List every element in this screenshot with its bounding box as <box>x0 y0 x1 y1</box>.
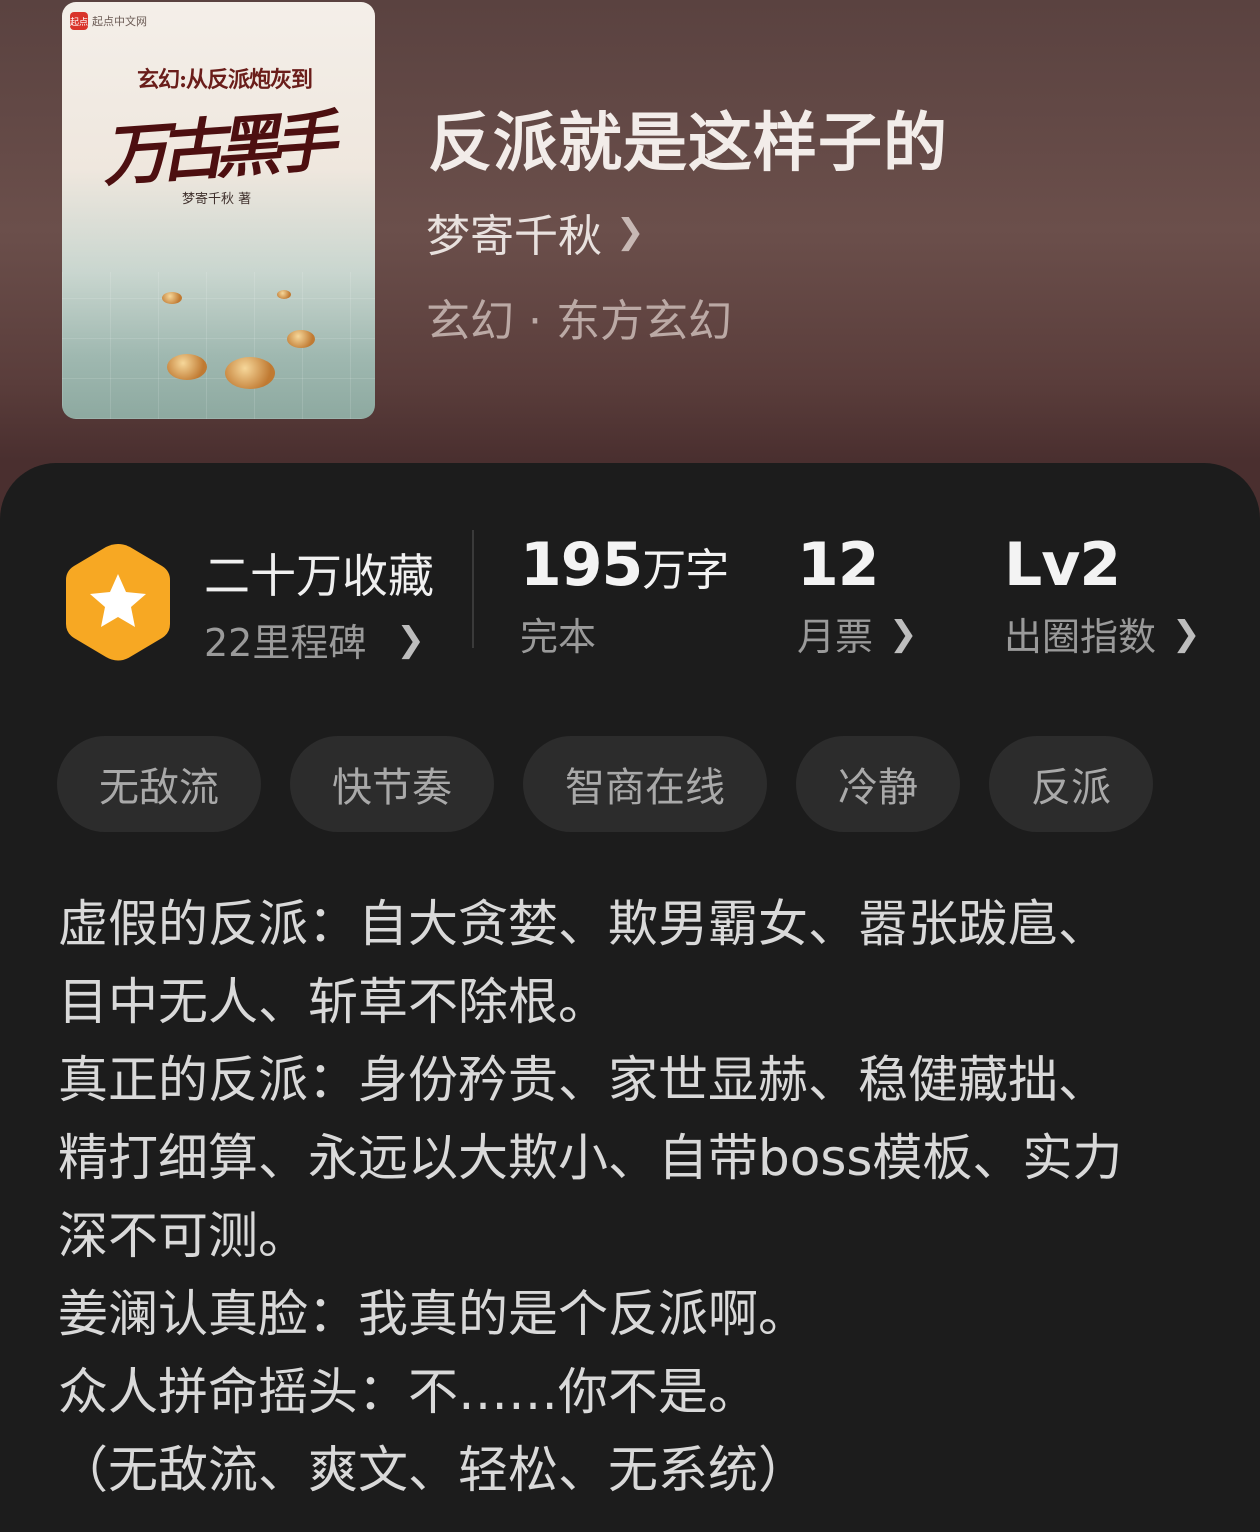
cover-author: 梦寄千秋 著 <box>182 192 252 207</box>
chess-piece <box>225 357 275 389</box>
chevron-right-icon: ❯ <box>889 613 918 654</box>
brand-logo: 起点 <box>70 12 88 30</box>
tag-chip[interactable]: 快节奏 <box>290 736 494 832</box>
monthly-ticket-label: 月票 <box>797 615 874 659</box>
book-description[interactable]: 虚假的反派：自大贪婪、欺男霸女、嚣张跋扈、 目中无人、斩草不除根。 真正的反派：… <box>58 885 1208 1509</box>
description-line: 真正的反派：身份矜贵、家世显赫、稳健藏拙、 <box>58 1051 1108 1109</box>
collect-title: 二十万收藏 <box>204 549 434 603</box>
monthly-ticket-stat[interactable]: 12 月票 ❯ <box>797 530 918 661</box>
completion-status: 完本 <box>520 615 597 659</box>
popularity-index-value: Lv2 <box>1004 530 1121 600</box>
description-line: 姜澜认真脸：我真的是个反派啊。 <box>58 1285 808 1343</box>
popularity-index-label: 出圈指数 <box>1004 615 1157 659</box>
chess-piece <box>162 292 182 304</box>
tag-chip[interactable]: 无敌流 <box>57 736 261 832</box>
genre-label: 玄幻 · 东方玄幻 <box>426 296 732 347</box>
word-count-stat: 195万字 完本 <box>520 530 729 661</box>
book-cover[interactable]: 起点 起点中文网 玄幻:从反派炮灰到 万古黑手 梦寄千秋 著 <box>62 2 375 419</box>
description-line: （无敌流、爽文、轻松、无系统） <box>58 1441 808 1499</box>
description-line: 深不可测。 <box>58 1207 308 1265</box>
chess-piece <box>287 330 315 348</box>
description-line: 精打细算、永远以大欺小、自带boss模板、实力 <box>58 1129 1123 1187</box>
tag-chip[interactable]: 智商在线 <box>523 736 767 832</box>
cover-brand: 起点 起点中文网 <box>70 12 147 30</box>
stat-divider <box>472 530 474 648</box>
chevron-right-icon: ❯ <box>396 619 425 660</box>
author-link[interactable]: 梦寄千秋 ❯ <box>426 200 645 264</box>
tag-chip[interactable]: 冷静 <box>796 736 960 832</box>
word-count-unit: 万字 <box>642 545 729 596</box>
chess-piece <box>167 354 207 380</box>
monthly-ticket-number: 12 <box>797 530 879 600</box>
tag-chip[interactable]: 反派 <box>989 736 1153 832</box>
tag-list: 无敌流 快节奏 智商在线 冷静 反派 <box>57 736 1153 832</box>
milestone-link[interactable]: 22里程碑 ❯ <box>204 612 425 667</box>
cover-main-title: 万古黑手 <box>99 102 329 196</box>
popularity-index-stat[interactable]: Lv2 出圈指数 ❯ <box>1004 530 1201 661</box>
author-name: 梦寄千秋 <box>426 211 602 262</box>
milestone-label: 22里程碑 <box>204 621 367 665</box>
star-badge-icon <box>66 544 170 661</box>
chessboard-art <box>62 272 375 419</box>
word-count-number: 195 <box>520 530 643 600</box>
chevron-right-icon: ❯ <box>1172 613 1201 654</box>
chess-piece <box>277 290 291 299</box>
description-line: 众人拼命摇头：不……你不是。 <box>58 1363 758 1421</box>
description-line: 目中无人、斩草不除根。 <box>58 973 608 1031</box>
description-line: 虚假的反派：自大贪婪、欺男霸女、嚣张跋扈、 <box>58 895 1108 953</box>
chevron-right-icon: ❯ <box>616 212 645 252</box>
brand-name: 起点中文网 <box>92 15 147 28</box>
book-title: 反派就是这样子的 <box>428 106 948 181</box>
